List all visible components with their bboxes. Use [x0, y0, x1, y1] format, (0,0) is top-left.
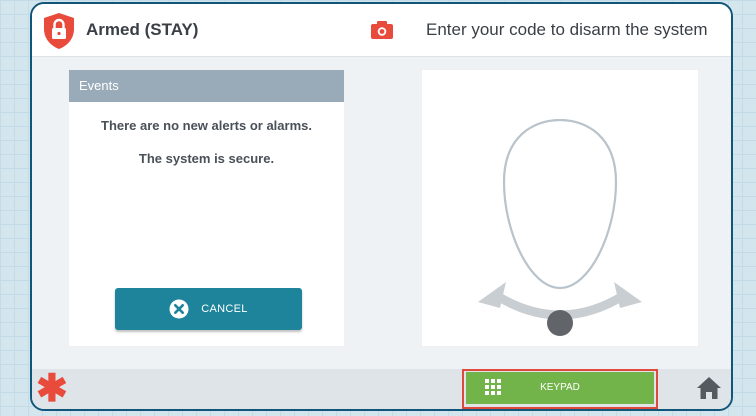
arm-status-label: Armed (STAY) — [86, 20, 199, 39]
header-bar: Armed (STAY) Enter your code to disarm t… — [32, 4, 731, 57]
asterisk-icon[interactable]: ✱ — [36, 370, 68, 408]
keypad-button[interactable]: KEYPAD — [466, 372, 654, 404]
cancel-button[interactable]: CANCEL — [115, 288, 302, 330]
disarm-prompt: Enter your code to disarm the system — [426, 20, 708, 39]
system-secure-message: The system is secure. — [138, 151, 275, 166]
footer-bar: ✱ KEYPAD — [32, 369, 731, 409]
camera-icon[interactable] — [370, 20, 394, 40]
security-panel: Armed (STAY) Enter your code to disarm t… — [30, 2, 733, 411]
gesture-panel[interactable] — [422, 70, 698, 346]
shield-lock-icon — [44, 13, 74, 49]
keypad-label: KEYPAD — [540, 382, 580, 393]
home-icon[interactable] — [695, 375, 723, 401]
cancel-label: CANCEL — [201, 303, 248, 315]
events-title: Events — [69, 70, 344, 102]
no-alerts-message: There are no new alerts or alarms. — [101, 118, 312, 133]
close-circle-icon — [169, 299, 189, 319]
events-panel: Events There are no new alerts or alarms… — [69, 70, 344, 346]
swipe-gesture-icon — [478, 118, 642, 336]
